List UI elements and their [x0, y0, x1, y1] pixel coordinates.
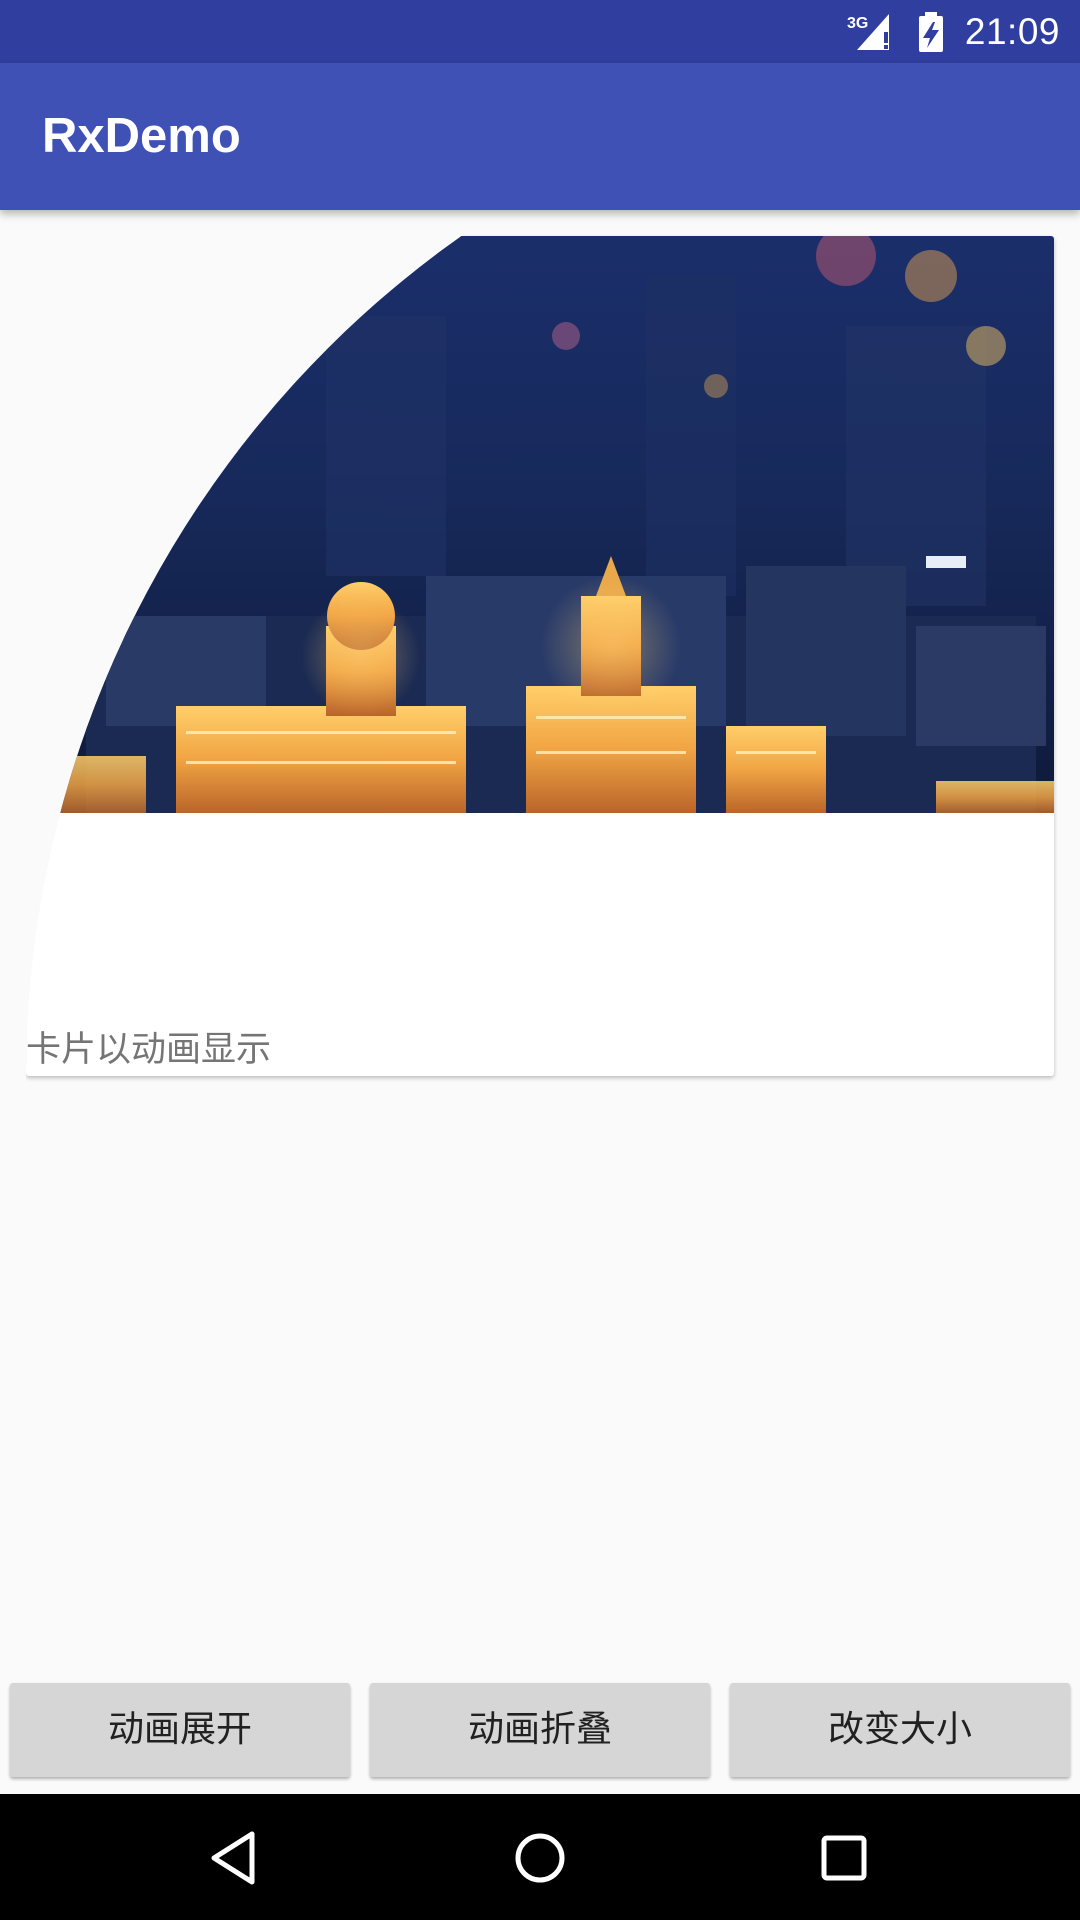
- card-container: 卡片以动画显示: [26, 236, 1054, 1076]
- network-type-label: 3G: [847, 15, 868, 32]
- resize-button[interactable]: 改变大小: [730, 1683, 1070, 1777]
- back-icon[interactable]: [200, 1822, 272, 1894]
- night-city-skyline-image: [26, 236, 1054, 813]
- collapse-animation-button[interactable]: 动画折叠: [370, 1683, 710, 1777]
- status-icons: 3G 21:09: [847, 0, 1060, 63]
- animated-card[interactable]: 卡片以动画显示: [26, 236, 1054, 1076]
- home-icon[interactable]: [504, 1822, 576, 1894]
- navigation-bar: [0, 1794, 1080, 1920]
- recents-icon[interactable]: [808, 1822, 880, 1894]
- signal-icon: 3G: [847, 13, 889, 50]
- status-time: 21:09: [964, 10, 1060, 52]
- button-row: 动画展开 动画折叠 改变大小: [0, 1680, 1080, 1780]
- app-bar: RxDemo: [0, 63, 1080, 210]
- expand-animation-button[interactable]: 动画展开: [10, 1683, 350, 1777]
- app-title: RxDemo: [42, 109, 241, 163]
- status-bar: 3G 21:09: [0, 0, 1080, 63]
- battery-icon: [918, 11, 943, 52]
- screen: 3G 21:09 RxDemo 卡片以动画显示 动画展开 动画折叠 改变大小: [0, 0, 1080, 1920]
- card-caption: 卡片以动画显示: [26, 1030, 272, 1070]
